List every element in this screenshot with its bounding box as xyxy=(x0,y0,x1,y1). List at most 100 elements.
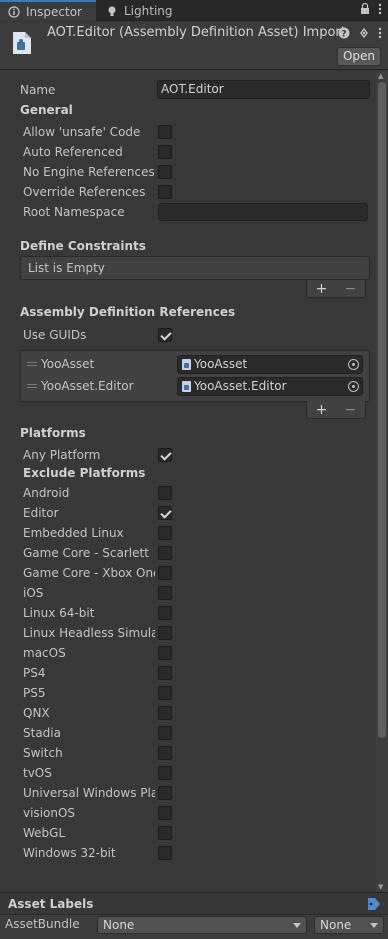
remove-icon[interactable]: − xyxy=(345,281,357,297)
platform-checkbox[interactable] xyxy=(158,726,172,740)
platform-checkbox[interactable] xyxy=(158,766,172,780)
platform-row: Android xyxy=(0,483,376,503)
allow-unsafe-checkbox[interactable] xyxy=(158,125,172,139)
general-item-no-engine-refs: No Engine References xyxy=(0,162,376,182)
tab-menu-icon[interactable] xyxy=(378,3,382,18)
remove-icon[interactable]: − xyxy=(345,402,357,418)
drag-handle-icon[interactable] xyxy=(27,362,37,366)
platform-checkbox[interactable] xyxy=(158,666,172,680)
platform-label: iOS xyxy=(23,586,44,600)
general-item-label: No Engine References xyxy=(23,165,155,179)
no-engine-references-checkbox[interactable] xyxy=(158,165,172,179)
platform-checkbox[interactable] xyxy=(158,646,172,660)
platform-row: iOS xyxy=(0,583,376,603)
platform-checkbox[interactable] xyxy=(158,626,172,640)
platform-row: Switch xyxy=(0,743,376,763)
vertical-scrollbar[interactable]: ▲ ▼ xyxy=(376,72,388,892)
lock-icon[interactable] xyxy=(360,2,370,18)
platforms-header: Platforms xyxy=(0,423,376,443)
platform-row: Linux Headless Simulati xyxy=(0,623,376,643)
platform-label: Linux 64-bit xyxy=(23,606,95,620)
platform-checkbox[interactable] xyxy=(158,706,172,720)
asset-labels-header: Asset Labels xyxy=(0,893,388,915)
platform-checkbox[interactable] xyxy=(158,826,172,840)
platform-checkbox[interactable] xyxy=(158,486,172,500)
object-picker-icon[interactable] xyxy=(348,381,359,392)
platform-row: macOS xyxy=(0,643,376,663)
platform-row: WebGL xyxy=(0,823,376,843)
platform-checkbox[interactable] xyxy=(158,546,172,560)
general-item-override-refs: Override References xyxy=(0,182,376,202)
platform-checkbox[interactable] xyxy=(158,846,172,860)
list-item[interactable]: YooAsset YooAsset xyxy=(21,353,371,375)
name-field[interactable]: AOT.Editor xyxy=(157,80,370,99)
tab-bar: Inspector Lighting xyxy=(0,0,388,21)
root-namespace-label: Root Namespace xyxy=(23,205,125,219)
scroll-up-icon[interactable]: ▲ xyxy=(378,72,383,80)
platform-checkbox[interactable] xyxy=(158,506,172,520)
platform-row: Stadia xyxy=(0,723,376,743)
object-picker-icon[interactable] xyxy=(348,359,359,370)
settings-icon[interactable] xyxy=(358,27,370,42)
tab-inspector[interactable]: Inspector xyxy=(0,0,96,21)
platform-checkbox[interactable] xyxy=(158,566,172,580)
help-icon[interactable]: ? xyxy=(338,27,350,42)
platform-row: PS4 xyxy=(0,663,376,683)
platform-label: Linux Headless Simulati xyxy=(23,626,155,640)
platform-checkbox[interactable] xyxy=(158,526,172,540)
tab-lighting-label: Lighting xyxy=(124,3,173,18)
platform-checkbox[interactable] xyxy=(158,586,172,600)
inspector-header: AOT.Editor (Assembly Definition Asset) I… xyxy=(0,22,388,70)
any-platform-checkbox[interactable] xyxy=(158,448,172,462)
scrollbar-thumb[interactable] xyxy=(378,82,386,738)
platform-row: Embedded Linux xyxy=(0,523,376,543)
assembly-file-icon xyxy=(182,381,191,392)
ref-object-field[interactable]: YooAsset.Editor xyxy=(177,377,363,396)
tab-actions xyxy=(360,2,382,18)
any-platform-label: Any Platform xyxy=(23,448,101,462)
platform-label: Embedded Linux xyxy=(23,526,124,540)
platform-checkbox[interactable] xyxy=(158,686,172,700)
drag-handle-icon[interactable] xyxy=(27,384,37,388)
exclude-platforms-header: Exclude Platforms xyxy=(0,463,376,483)
platform-checkbox[interactable] xyxy=(158,606,172,620)
platform-checkbox[interactable] xyxy=(158,746,172,760)
page-title: AOT.Editor (Assembly Definition Asset) I… xyxy=(47,25,346,40)
tag-icon[interactable] xyxy=(366,897,382,911)
add-icon[interactable]: + xyxy=(316,281,328,297)
platform-label: WebGL xyxy=(23,826,66,840)
list-item[interactable]: YooAsset.Editor YooAsset.Editor xyxy=(21,375,371,397)
root-namespace-row: Root Namespace xyxy=(0,202,376,222)
general-item-label: Auto Referenced xyxy=(23,145,123,159)
platform-label: Editor xyxy=(23,506,59,520)
platform-label: visionOS xyxy=(23,806,76,820)
override-references-checkbox[interactable] xyxy=(158,185,172,199)
platform-checkbox[interactable] xyxy=(158,806,172,820)
variant-dropdown[interactable]: None xyxy=(314,916,384,934)
platform-row: Editor xyxy=(0,503,376,523)
root-namespace-field[interactable] xyxy=(158,203,368,221)
general-title: General xyxy=(20,103,73,117)
platform-label: PS4 xyxy=(23,666,46,680)
open-button[interactable]: Open xyxy=(337,47,381,66)
ref-object-field[interactable]: YooAsset xyxy=(177,355,363,374)
platform-row: PS5 xyxy=(0,683,376,703)
add-icon[interactable]: + xyxy=(316,402,328,418)
use-guids-label: Use GUIDs xyxy=(23,328,87,342)
more-icon[interactable] xyxy=(378,27,382,42)
platform-row: Game Core - Xbox One xyxy=(0,563,376,583)
auto-referenced-checkbox[interactable] xyxy=(158,145,172,159)
platform-label: Switch xyxy=(23,746,63,760)
assembly-refs-footer: + − xyxy=(306,401,366,419)
exclude-platforms-title: Exclude Platforms xyxy=(23,466,146,480)
platform-label: PS5 xyxy=(23,686,46,700)
list-empty-text: List is Empty xyxy=(28,261,105,275)
scroll-down-icon[interactable]: ▼ xyxy=(378,883,383,891)
assembly-file-icon xyxy=(182,359,191,370)
assetbundle-dropdown[interactable]: None xyxy=(97,916,307,934)
tab-lighting[interactable]: Lighting xyxy=(98,0,178,21)
platform-checkbox[interactable] xyxy=(158,786,172,800)
platform-label: tvOS xyxy=(23,766,52,780)
use-guids-checkbox[interactable] xyxy=(158,328,172,342)
platform-row: Linux 64-bit xyxy=(0,603,376,623)
